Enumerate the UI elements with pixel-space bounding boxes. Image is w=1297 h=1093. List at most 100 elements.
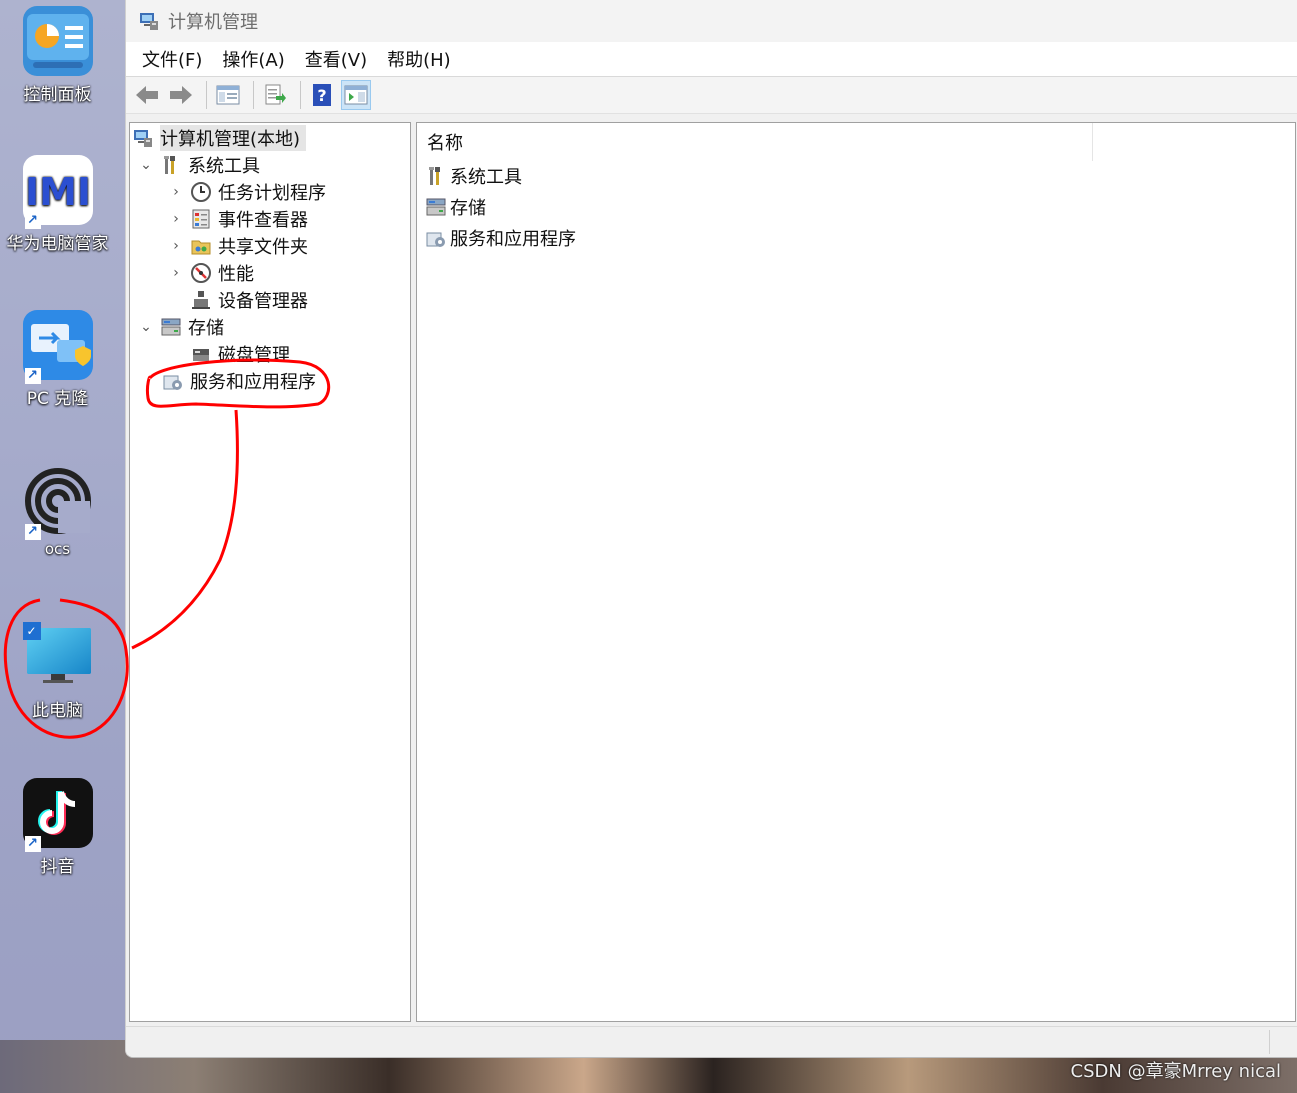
control-panel-icon xyxy=(22,6,93,76)
menu-file[interactable]: 文件(F) xyxy=(132,46,212,72)
desktop-icon-pc-clone[interactable]: ↗ PC 克隆 xyxy=(0,310,115,409)
event-viewer-icon xyxy=(192,209,210,229)
watermark: CSDN @章豪Mrrey nical xyxy=(1070,1061,1281,1082)
performance-icon xyxy=(191,263,211,283)
checkbox-checked-icon[interactable]: ✓ xyxy=(22,622,41,640)
chevron-right-icon[interactable]: › xyxy=(168,211,184,227)
chevron-right-icon[interactable]: › xyxy=(168,265,184,281)
status-bar-separator xyxy=(1269,1030,1270,1054)
clock-icon xyxy=(191,182,211,202)
back-arrow-icon xyxy=(136,86,158,104)
system-tools-icon xyxy=(164,156,175,174)
help-button[interactable]: ? xyxy=(307,80,337,110)
services-applications-icon xyxy=(426,232,445,247)
tree-node-storage[interactable]: ⌄ 存储 xyxy=(138,314,224,340)
shortcut-arrow-icon: ↗ xyxy=(24,836,41,852)
tree-node-event-viewer[interactable]: › 事件查看器 xyxy=(168,206,308,232)
desktop-icon-label: PC 克隆 xyxy=(26,389,89,409)
tree-node-label: 系统工具 xyxy=(188,156,260,177)
monitor-icon: ✓ xyxy=(22,622,93,692)
show-hide-action-pane-button[interactable] xyxy=(341,80,371,110)
title-bar[interactable]: 计算机管理 xyxy=(126,0,1297,42)
console-tree-pane: 计算机管理(本地) ⌄ 系统工具 › 任务计划程序 › 事件查看器 › 共享文件… xyxy=(129,122,411,1022)
services-applications-icon xyxy=(163,375,182,390)
export-list-button[interactable] xyxy=(260,80,290,110)
help-icon: ? xyxy=(313,84,331,106)
huawei-pc-manager-icon: IMI ↗ xyxy=(22,155,93,229)
chevron-right-icon[interactable]: › xyxy=(168,184,184,200)
tree-node-label: 性能 xyxy=(218,264,254,285)
shared-folder-icon xyxy=(191,240,211,255)
system-tools-icon xyxy=(429,167,440,185)
tree-node-shared-folders[interactable]: › 共享文件夹 xyxy=(168,233,308,259)
tree-node-label: 共享文件夹 xyxy=(218,237,308,258)
toolbar-separator xyxy=(300,81,301,109)
list-item-label: 系统工具 xyxy=(450,167,522,188)
results-pane: 名称 系统工具 存储 服务和应用程序 xyxy=(416,122,1296,1022)
tree-node-task-scheduler[interactable]: › 任务计划程序 xyxy=(168,179,326,205)
forward-button[interactable] xyxy=(166,80,196,110)
storage-icon xyxy=(426,198,446,216)
douyin-icon: ↗ xyxy=(22,778,93,852)
tree-node-root[interactable]: 计算机管理(本地) xyxy=(132,125,307,151)
tree-node-system-tools[interactable]: ⌄ 系统工具 xyxy=(138,152,260,178)
chevron-right-icon[interactable]: › xyxy=(168,238,184,254)
desktop-icon-control-panel[interactable]: 控制面板 xyxy=(0,6,115,105)
tree-node-label: 任务计划程序 xyxy=(218,183,326,204)
menu-bar: 文件(F) 操作(A) 查看(V) 帮助(H) xyxy=(126,42,1297,77)
desktop-icon-douyin[interactable]: ↗ 抖音 xyxy=(0,778,115,877)
tree-node-services-applications[interactable]: 服务和应用程序 xyxy=(162,368,316,394)
desktop-icon-ocs[interactable]: ↗ ocs xyxy=(0,466,115,558)
tree-node-label: 事件查看器 xyxy=(218,210,308,231)
computer-management-icon xyxy=(134,130,152,147)
desktop-icon-label: ocs xyxy=(44,540,71,558)
status-bar xyxy=(126,1026,1297,1057)
chevron-down-icon[interactable]: ⌄ xyxy=(138,157,154,173)
column-header-label: 名称 xyxy=(427,133,463,154)
list-item[interactable]: 存储 xyxy=(425,193,486,221)
column-header-name[interactable]: 名称 xyxy=(417,123,1093,161)
desktop-icon-huawei-pc-manager[interactable]: IMI ↗ 华为电脑管家 xyxy=(0,155,115,254)
list-item[interactable]: 服务和应用程序 xyxy=(425,224,576,252)
desktop-icon-label: 此电脑 xyxy=(32,701,83,721)
tree-node-device-manager[interactable]: 设备管理器 xyxy=(190,287,308,313)
action-pane-icon xyxy=(344,85,368,105)
toolbar-separator xyxy=(206,81,207,109)
list-item[interactable]: 系统工具 xyxy=(425,162,522,190)
disk-management-icon xyxy=(193,349,209,361)
tree-node-label: 服务和应用程序 xyxy=(190,372,316,393)
tree-node-label: 计算机管理(本地) xyxy=(160,125,307,151)
window-title: 计算机管理 xyxy=(168,12,258,33)
computer-management-window: 计算机管理 文件(F) 操作(A) 查看(V) 帮助(H) ? 计算机管理(本地… xyxy=(125,0,1297,1058)
pc-clone-icon: ↗ xyxy=(22,310,93,384)
shortcut-arrow-icon: ↗ xyxy=(24,368,41,384)
list-item-label: 存储 xyxy=(450,198,486,219)
desktop-icon-this-pc[interactable]: ✓ 此电脑 xyxy=(0,622,115,721)
console-tree-icon xyxy=(216,85,240,105)
toolbar-separator xyxy=(253,81,254,109)
tree-node-label: 磁盘管理 xyxy=(218,345,290,366)
menu-action[interactable]: 操作(A) xyxy=(212,46,294,72)
computer-management-icon xyxy=(140,13,158,30)
tree-node-label: 存储 xyxy=(188,318,224,339)
storage-icon xyxy=(161,318,181,336)
svg-text:IMI: IMI xyxy=(24,170,90,214)
tree-node-disk-management[interactable]: 磁盘管理 xyxy=(190,341,290,367)
export-list-icon xyxy=(265,84,286,105)
desktop-icon-label: 华为电脑管家 xyxy=(6,234,109,254)
list-item-label: 服务和应用程序 xyxy=(450,229,576,250)
menu-help[interactable]: 帮助(H) xyxy=(377,46,461,72)
back-button[interactable] xyxy=(132,80,162,110)
chevron-down-icon[interactable]: ⌄ xyxy=(138,319,154,335)
menu-view[interactable]: 查看(V) xyxy=(295,46,377,72)
toolbar: ? xyxy=(126,77,1297,114)
tree-node-performance[interactable]: › 性能 xyxy=(168,260,254,286)
svg-text:?: ? xyxy=(317,86,326,105)
desktop-icon-label: 控制面板 xyxy=(23,85,92,105)
shortcut-arrow-icon: ↗ xyxy=(24,213,41,229)
device-manager-icon xyxy=(192,291,210,309)
tree-node-label: 设备管理器 xyxy=(218,291,308,312)
forward-arrow-icon xyxy=(170,86,192,104)
show-hide-console-tree-button[interactable] xyxy=(213,80,243,110)
ocs-icon: ↗ xyxy=(23,466,93,540)
